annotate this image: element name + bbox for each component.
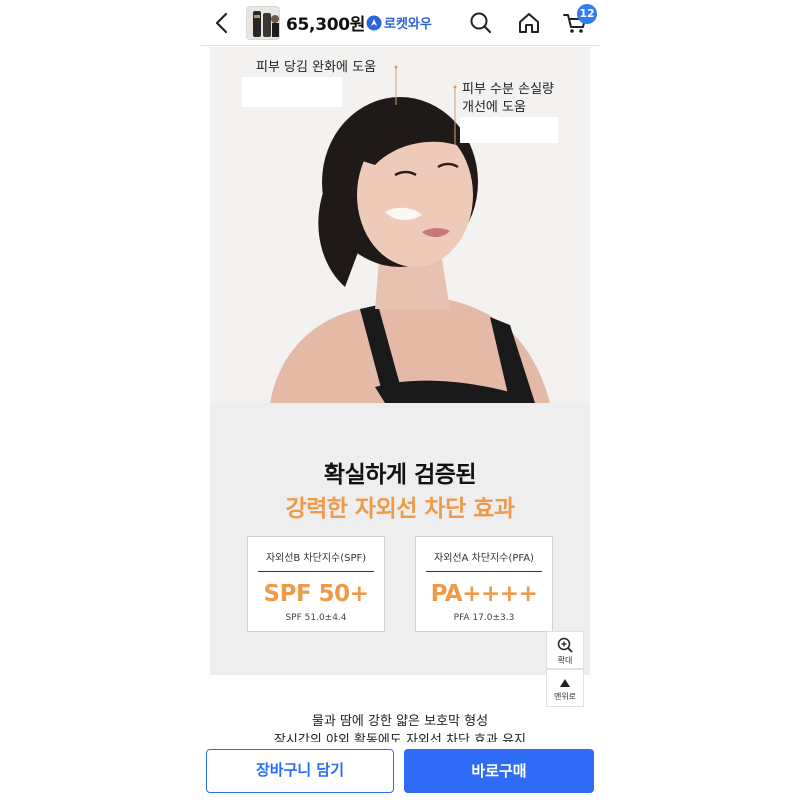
back-arrow-icon[interactable] xyxy=(208,8,236,38)
description-line1: 물과 땀에 강한 얇은 보호막 형성 xyxy=(311,714,489,729)
callout-right-line2: 개선에 도움 xyxy=(462,100,526,115)
callout-right-line1: 피부 수분 손실량 xyxy=(462,82,554,97)
uv-protection-section: 확실하게 검증된 강력한 자외선 차단 효과 자외선B 차단지수(SPF) SP… xyxy=(210,403,590,675)
bottom-action-bar: 장바구니 담기 바로구매 xyxy=(200,742,600,800)
product-price: 65,300원 xyxy=(286,15,366,35)
zoom-in-icon xyxy=(557,637,573,653)
callout-box-left xyxy=(242,77,342,107)
product-header: 65,300원 로켓와우 12 xyxy=(200,0,600,46)
section-title-line2: 강력한 자외선 차단 효과 xyxy=(285,496,515,522)
rocket-icon xyxy=(366,15,382,30)
spf-card-sub: SPF 51.0±4.4 xyxy=(285,613,347,623)
pa-card-label: 자외선A 차단지수(PFA) xyxy=(434,553,534,564)
divider xyxy=(426,571,542,572)
zoom-button[interactable]: 확대 xyxy=(546,631,584,669)
add-to-cart-button[interactable]: 장바구니 담기 xyxy=(206,749,394,793)
scroll-top-label: 맨위로 xyxy=(553,692,577,701)
home-icon[interactable] xyxy=(516,10,542,36)
pa-card-sub: PFA 17.0±3.3 xyxy=(453,613,515,623)
pa-card-value: PA++++ xyxy=(430,581,538,607)
section-title-line1: 확실하게 검증된 xyxy=(323,462,477,488)
spf-card-label: 자외선B 차단지수(SPF) xyxy=(265,553,367,564)
product-hero-image: 피부 당김 완화에 도움 피부 수분 손실량 개선에 도움 xyxy=(210,47,590,403)
zoom-label: 확대 xyxy=(557,656,573,665)
rocket-wow-label: 로켓와우 xyxy=(384,17,432,32)
spf-card-value: SPF 50+ xyxy=(263,581,369,607)
product-thumbnail[interactable] xyxy=(246,6,280,40)
callout-left: 피부 당김 완화에 도움 xyxy=(256,60,377,75)
scroll-top-button[interactable]: 맨위로 xyxy=(546,669,584,707)
cart-count-badge: 12 xyxy=(577,4,597,24)
spf-card: 자외선B 차단지수(SPF) SPF 50+ SPF 51.0±4.4 xyxy=(247,536,385,632)
triangle-up-icon xyxy=(560,679,570,687)
rocket-wow-badge: 로켓와우 xyxy=(366,13,432,32)
callout-box-right xyxy=(460,117,558,143)
search-icon[interactable] xyxy=(468,10,494,36)
buy-now-button[interactable]: 바로구매 xyxy=(404,749,594,793)
divider xyxy=(258,571,374,572)
pa-card: 자외선A 차단지수(PFA) PA++++ PFA 17.0±3.3 xyxy=(415,536,553,632)
